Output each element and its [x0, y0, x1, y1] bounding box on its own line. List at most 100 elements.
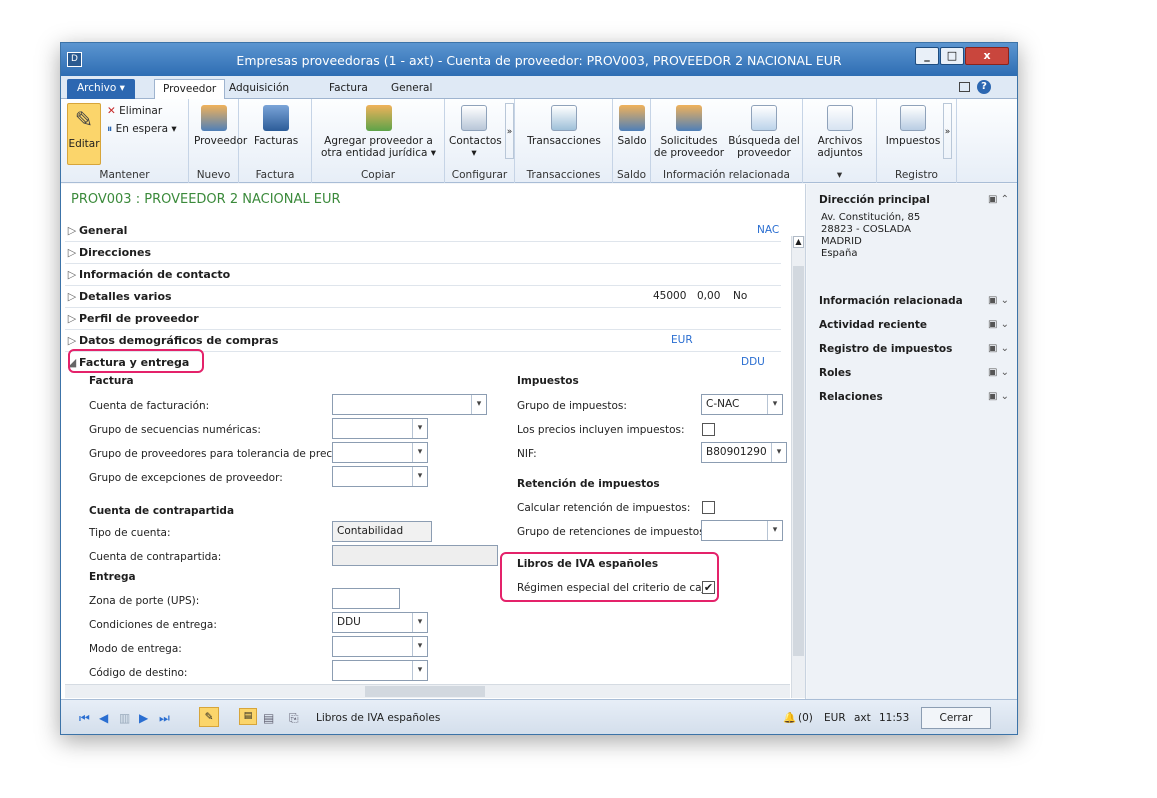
form-view-icon[interactable]: ▤ — [239, 708, 257, 725]
section-informacion-contacto[interactable]: ▷ Información de contacto — [65, 264, 781, 286]
factbox-registro-impuestos[interactable]: Registro de impuestos — [819, 343, 952, 355]
status-currency[interactable]: EUR — [824, 712, 846, 724]
balance-icon — [619, 105, 645, 131]
factbox-expand-icon[interactable]: ▣ ⌄ — [988, 319, 1009, 330]
grupo-tolerancia-field[interactable]: ▾ — [332, 442, 428, 463]
attachment-status-icon[interactable]: ⎘ — [289, 711, 299, 726]
section-perfil-proveedor[interactable]: ▷ Perfil de proveedor — [65, 308, 781, 330]
group-configurar: Contactos ▾ » Configurar — [445, 99, 515, 183]
chevron-down-icon[interactable]: ▾ — [412, 661, 427, 680]
scroll-up-icon[interactable]: ▲ — [793, 236, 804, 248]
chevron-down-icon[interactable]: ▾ — [412, 637, 427, 656]
chevron-down-icon[interactable]: ▾ — [412, 467, 427, 486]
grupo-secuencias-field[interactable]: ▾ — [332, 418, 428, 439]
factbox-roles[interactable]: Roles — [819, 367, 851, 379]
group-label-informacion: Información relacionada — [663, 169, 790, 181]
section-perfil-label: Perfil de proveedor — [79, 312, 199, 325]
help-icon[interactable]: ? — [977, 80, 991, 94]
factbox-actividad-reciente[interactable]: Actividad reciente — [819, 319, 927, 331]
close-window-button[interactable]: x — [965, 47, 1009, 65]
tab-archivo[interactable]: Archivo ▾ — [67, 79, 135, 99]
next-record-icon[interactable]: ▶ — [139, 711, 148, 725]
factbox-collapse-icon[interactable]: ▣ ⌃ — [988, 194, 1009, 205]
chevron-down-icon[interactable]: ▾ — [412, 613, 427, 632]
minimize-button[interactable]: _ — [915, 47, 939, 65]
group-mantener: ✎ Editar ✕ Eliminar ⏸ En espera ▾ Manten… — [61, 99, 189, 183]
chevron-down-icon[interactable]: ▾ — [771, 443, 786, 462]
hscroll-thumb[interactable] — [365, 686, 485, 697]
layout-icon[interactable] — [959, 82, 970, 92]
status-time: 11:53 — [879, 712, 910, 724]
edit-mode-icon[interactable]: ✎ — [199, 707, 219, 727]
factbox-expand-icon[interactable]: ▣ ⌄ — [988, 391, 1009, 402]
precios-incluyen-checkbox[interactable] — [702, 423, 715, 436]
section-factura-entrega-summary: DDU — [741, 356, 765, 368]
chevron-down-icon[interactable]: ▾ — [412, 443, 427, 462]
previous-record-icon[interactable]: ◀ — [99, 711, 108, 725]
last-record-icon[interactable]: ⏭ — [159, 711, 170, 726]
grupo-excepciones-field[interactable]: ▾ — [332, 466, 428, 487]
chevron-down-icon[interactable]: ▾ — [412, 419, 427, 438]
agregar-proveedor-button[interactable]: Agregar proveedor a otra entidad jurídic… — [318, 105, 439, 159]
transacciones-button[interactable]: Transacciones — [525, 105, 603, 147]
scroll-thumb[interactable] — [793, 266, 804, 656]
group-label-registro: Registro — [895, 169, 938, 181]
section-detalles-varios[interactable]: ▷ Detalles varios 45000 0,00 No — [65, 286, 781, 308]
direccion-principal-title[interactable]: Dirección principal — [819, 194, 930, 206]
main-window: D Empresas proveedoras (1 - axt) - Cuent… — [60, 42, 1018, 735]
tab-adquisicion[interactable]: Adquisición — [221, 79, 297, 99]
vertical-scrollbar[interactable]: ▲ — [791, 236, 805, 698]
cuenta-facturacion-field[interactable]: ▾ — [332, 394, 487, 415]
archivos-adjuntos-button[interactable]: Archivos adjuntos — [811, 105, 869, 159]
factbox-expand-icon[interactable]: ▣ ⌄ — [988, 367, 1009, 378]
expand-registro-icon[interactable]: » — [943, 103, 952, 159]
archivos-label: Archivos adjuntos — [817, 135, 863, 159]
busqueda-proveedor-button[interactable]: Búsqueda del proveedor — [727, 105, 801, 159]
cuenta-contrapartida-label: Cuenta de contrapartida: — [89, 551, 222, 563]
impuestos-button[interactable]: Impuestos — [885, 105, 941, 147]
factbox-informacion-relacionada[interactable]: Información relacionada — [819, 295, 963, 307]
horizontal-scrollbar[interactable] — [65, 684, 790, 698]
grupo-retenciones-field[interactable]: ▾ — [701, 520, 783, 541]
cerrar-button[interactable]: Cerrar — [921, 707, 991, 729]
eliminar-button[interactable]: ✕ Eliminar — [107, 105, 162, 117]
tab-factura[interactable]: Factura — [321, 79, 376, 99]
first-record-icon[interactable]: ⏮ — [79, 711, 90, 726]
editar-label: Editar — [68, 138, 100, 150]
tipo-cuenta-field[interactable]: Contabilidad — [332, 521, 432, 542]
expand-group-icon[interactable]: » — [505, 103, 514, 159]
nuevo-proveedor-button[interactable]: Proveedor — [194, 105, 247, 147]
notification-count[interactable]: (0) — [798, 712, 813, 724]
codigo-destino-field[interactable]: ▾ — [332, 660, 428, 681]
factbox-relaciones[interactable]: Relaciones — [819, 391, 883, 403]
chevron-down-icon[interactable]: ▾ — [767, 521, 782, 540]
modo-entrega-field[interactable]: ▾ — [332, 636, 428, 657]
editar-button[interactable]: ✎ Editar — [67, 103, 101, 165]
solicitudes-proveedor-button[interactable]: Solicitudes de proveedor — [653, 105, 725, 159]
impuestos-label: Impuestos — [885, 135, 941, 147]
tab-proveedor[interactable]: Proveedor — [154, 79, 226, 100]
saldo-button[interactable]: Saldo — [615, 105, 649, 147]
grupo-impuestos-field[interactable]: C-NAC ▾ — [701, 394, 783, 415]
zona-porte-field[interactable] — [332, 588, 400, 609]
calcular-retencion-checkbox[interactable] — [702, 501, 715, 514]
nif-value: B80901290 — [706, 446, 767, 458]
grid-icon[interactable]: ▥ — [119, 711, 130, 725]
chevron-down-icon[interactable]: ▾ — [767, 395, 782, 414]
en-espera-button[interactable]: ⏸ En espera ▾ — [107, 123, 177, 136]
nif-field[interactable]: B80901290 ▾ — [701, 442, 787, 463]
status-company[interactable]: axt — [854, 712, 871, 724]
factbox-expand-icon[interactable]: ▣ ⌄ — [988, 343, 1009, 354]
notification-bell-icon[interactable]: 🔔 — [783, 711, 796, 724]
chevron-down-icon[interactable]: ▾ — [471, 395, 486, 414]
condiciones-field[interactable]: DDU ▾ — [332, 612, 428, 633]
cuenta-contrapartida-field[interactable] — [332, 545, 498, 566]
factbox-expand-icon[interactable]: ▣ ⌄ — [988, 295, 1009, 306]
contactos-button[interactable]: Contactos ▾ — [449, 105, 502, 159]
section-general[interactable]: ▷ General NAC — [65, 220, 781, 242]
grid-view-icon[interactable]: ▤ — [263, 711, 274, 725]
tab-general[interactable]: General — [383, 79, 440, 99]
maximize-button[interactable]: □ — [940, 47, 964, 65]
section-direcciones[interactable]: ▷ Direcciones — [65, 242, 781, 264]
facturas-button[interactable]: Facturas — [254, 105, 298, 147]
